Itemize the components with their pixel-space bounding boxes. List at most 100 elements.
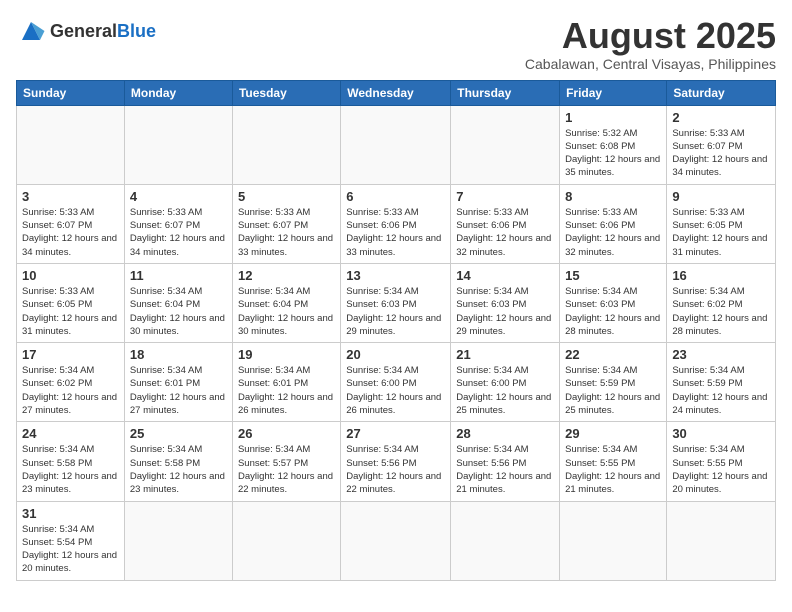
logo-text: GeneralBlue	[50, 22, 156, 40]
day-number: 6	[346, 189, 445, 204]
day-number: 24	[22, 426, 119, 441]
calendar-day-cell	[341, 105, 451, 184]
day-info: Sunrise: 5:33 AM Sunset: 6:07 PM Dayligh…	[672, 127, 770, 180]
day-info: Sunrise: 5:34 AM Sunset: 6:01 PM Dayligh…	[238, 364, 335, 417]
day-number: 10	[22, 268, 119, 283]
calendar-day-cell: 28Sunrise: 5:34 AM Sunset: 5:56 PM Dayli…	[451, 422, 560, 501]
day-number: 1	[565, 110, 661, 125]
weekday-header-row: SundayMondayTuesdayWednesdayThursdayFrid…	[17, 80, 776, 105]
day-number: 20	[346, 347, 445, 362]
day-info: Sunrise: 5:33 AM Sunset: 6:07 PM Dayligh…	[22, 206, 119, 259]
day-number: 25	[130, 426, 227, 441]
calendar-week-row: 24 Sunrise: 5:34 AM Sunset: 5:58 PM Dayli…	[17, 422, 776, 501]
day-info: Sunrise: 5:34 AM Sunset: 5:57 PM Dayligh…	[238, 443, 335, 496]
calendar-day-cell: 14Sunrise: 5:34 AM Sunset: 6:03 PM Dayli…	[451, 263, 560, 342]
calendar-day-cell: 11 Sunrise: 5:34 AM Sunset: 6:04 PM Dayli…	[124, 263, 232, 342]
day-info: Sunrise: 5:34 AM Sunset: 5:55 PM Dayligh…	[672, 443, 770, 496]
calendar-day-cell: 30 Sunrise: 5:34 AM Sunset: 5:55 PM Dayli…	[667, 422, 776, 501]
calendar-day-cell	[667, 501, 776, 580]
calendar-week-row: 10 Sunrise: 5:33 AM Sunset: 6:05 PM Dayli…	[17, 263, 776, 342]
day-number: 15	[565, 268, 661, 283]
calendar-day-cell: 17Sunrise: 5:34 AM Sunset: 6:02 PM Dayli…	[17, 343, 125, 422]
day-info: Sunrise: 5:33 AM Sunset: 6:06 PM Dayligh…	[346, 206, 445, 259]
day-number: 16	[672, 268, 770, 283]
calendar-day-cell: 16 Sunrise: 5:34 AM Sunset: 6:02 PM Dayli…	[667, 263, 776, 342]
calendar-table: SundayMondayTuesdayWednesdayThursdayFrid…	[16, 80, 776, 581]
calendar-day-cell: 9 Sunrise: 5:33 AM Sunset: 6:05 PM Daylig…	[667, 184, 776, 263]
calendar-day-cell	[232, 501, 340, 580]
day-info: Sunrise: 5:34 AM Sunset: 6:04 PM Dayligh…	[130, 285, 227, 338]
day-info: Sunrise: 5:33 AM Sunset: 6:05 PM Dayligh…	[22, 285, 119, 338]
logo: GeneralBlue	[16, 16, 156, 46]
calendar-day-cell: 13Sunrise: 5:34 AM Sunset: 6:03 PM Dayli…	[341, 263, 451, 342]
day-info: Sunrise: 5:34 AM Sunset: 6:01 PM Dayligh…	[130, 364, 227, 417]
day-number: 4	[130, 189, 227, 204]
day-info: Sunrise: 5:33 AM Sunset: 6:07 PM Dayligh…	[130, 206, 227, 259]
calendar-day-cell: 10 Sunrise: 5:33 AM Sunset: 6:05 PM Dayli…	[17, 263, 125, 342]
calendar-day-cell	[560, 501, 667, 580]
day-info: Sunrise: 5:33 AM Sunset: 6:07 PM Dayligh…	[238, 206, 335, 259]
calendar-week-row: 31Sunrise: 5:34 AM Sunset: 5:54 PM Dayli…	[17, 501, 776, 580]
day-info: Sunrise: 5:34 AM Sunset: 5:59 PM Dayligh…	[672, 364, 770, 417]
calendar-day-cell: 4 Sunrise: 5:33 AM Sunset: 6:07 PM Daylig…	[124, 184, 232, 263]
day-number: 9	[672, 189, 770, 204]
generalblue-logo-icon	[16, 16, 46, 46]
calendar-day-cell: 8 Sunrise: 5:33 AM Sunset: 6:06 PM Daylig…	[560, 184, 667, 263]
calendar-day-cell: 21 Sunrise: 5:34 AM Sunset: 6:00 PM Dayli…	[451, 343, 560, 422]
day-number: 3	[22, 189, 119, 204]
day-info: Sunrise: 5:34 AM Sunset: 5:58 PM Dayligh…	[22, 443, 119, 496]
day-info: Sunrise: 5:34 AM Sunset: 6:00 PM Dayligh…	[456, 364, 554, 417]
calendar-day-cell: 20 Sunrise: 5:34 AM Sunset: 6:00 PM Dayli…	[341, 343, 451, 422]
calendar-week-row: 3 Sunrise: 5:33 AM Sunset: 6:07 PM Daylig…	[17, 184, 776, 263]
day-number: 5	[238, 189, 335, 204]
day-number: 23	[672, 347, 770, 362]
calendar-day-cell: 7 Sunrise: 5:33 AM Sunset: 6:06 PM Daylig…	[451, 184, 560, 263]
day-info: Sunrise: 5:34 AM Sunset: 6:02 PM Dayligh…	[672, 285, 770, 338]
day-info: Sunrise: 5:33 AM Sunset: 6:06 PM Dayligh…	[456, 206, 554, 259]
calendar-day-cell: 6 Sunrise: 5:33 AM Sunset: 6:06 PM Daylig…	[341, 184, 451, 263]
calendar-day-cell	[341, 501, 451, 580]
day-number: 21	[456, 347, 554, 362]
day-info: Sunrise: 5:34 AM Sunset: 5:56 PM Dayligh…	[346, 443, 445, 496]
day-number: 7	[456, 189, 554, 204]
day-number: 12	[238, 268, 335, 283]
calendar-day-cell	[124, 105, 232, 184]
calendar-day-cell: 5 Sunrise: 5:33 AM Sunset: 6:07 PM Daylig…	[232, 184, 340, 263]
calendar-day-cell: 12Sunrise: 5:34 AM Sunset: 6:04 PM Dayli…	[232, 263, 340, 342]
day-number: 18	[130, 347, 227, 362]
calendar-day-cell: 18 Sunrise: 5:34 AM Sunset: 6:01 PM Dayli…	[124, 343, 232, 422]
day-info: Sunrise: 5:32 AM Sunset: 6:08 PM Dayligh…	[565, 127, 661, 180]
day-number: 31	[22, 506, 119, 521]
day-info: Sunrise: 5:33 AM Sunset: 6:05 PM Dayligh…	[672, 206, 770, 259]
day-number: 30	[672, 426, 770, 441]
calendar-day-cell: 2Sunrise: 5:33 AM Sunset: 6:07 PM Daylig…	[667, 105, 776, 184]
day-number: 28	[456, 426, 554, 441]
calendar-day-cell: 22 Sunrise: 5:34 AM Sunset: 5:59 PM Dayli…	[560, 343, 667, 422]
day-number: 26	[238, 426, 335, 441]
header: GeneralBlue August 2025 Cabalawan, Centr…	[16, 16, 776, 72]
weekday-header-tuesday: Tuesday	[232, 80, 340, 105]
calendar-day-cell: 27 Sunrise: 5:34 AM Sunset: 5:56 PM Dayli…	[341, 422, 451, 501]
day-number: 19	[238, 347, 335, 362]
title-area: August 2025 Cabalawan, Central Visayas, …	[525, 16, 776, 72]
day-number: 22	[565, 347, 661, 362]
weekday-header-monday: Monday	[124, 80, 232, 105]
calendar-subtitle: Cabalawan, Central Visayas, Philippines	[525, 56, 776, 72]
day-number: 8	[565, 189, 661, 204]
calendar-day-cell	[451, 501, 560, 580]
day-number: 27	[346, 426, 445, 441]
day-info: Sunrise: 5:34 AM Sunset: 6:00 PM Dayligh…	[346, 364, 445, 417]
calendar-day-cell	[451, 105, 560, 184]
weekday-header-sunday: Sunday	[17, 80, 125, 105]
day-info: Sunrise: 5:34 AM Sunset: 5:59 PM Dayligh…	[565, 364, 661, 417]
day-info: Sunrise: 5:33 AM Sunset: 6:06 PM Dayligh…	[565, 206, 661, 259]
weekday-header-thursday: Thursday	[451, 80, 560, 105]
day-number: 14	[456, 268, 554, 283]
calendar-day-cell: 19 Sunrise: 5:34 AM Sunset: 6:01 PM Dayli…	[232, 343, 340, 422]
day-number: 11	[130, 268, 227, 283]
day-info: Sunrise: 5:34 AM Sunset: 6:02 PM Dayligh…	[22, 364, 119, 417]
calendar-day-cell: 23 Sunrise: 5:34 AM Sunset: 5:59 PM Dayli…	[667, 343, 776, 422]
day-number: 29	[565, 426, 661, 441]
calendar-week-row: 1 Sunrise: 5:32 AM Sunset: 6:08 PM Daylig…	[17, 105, 776, 184]
calendar-day-cell: 3 Sunrise: 5:33 AM Sunset: 6:07 PM Daylig…	[17, 184, 125, 263]
